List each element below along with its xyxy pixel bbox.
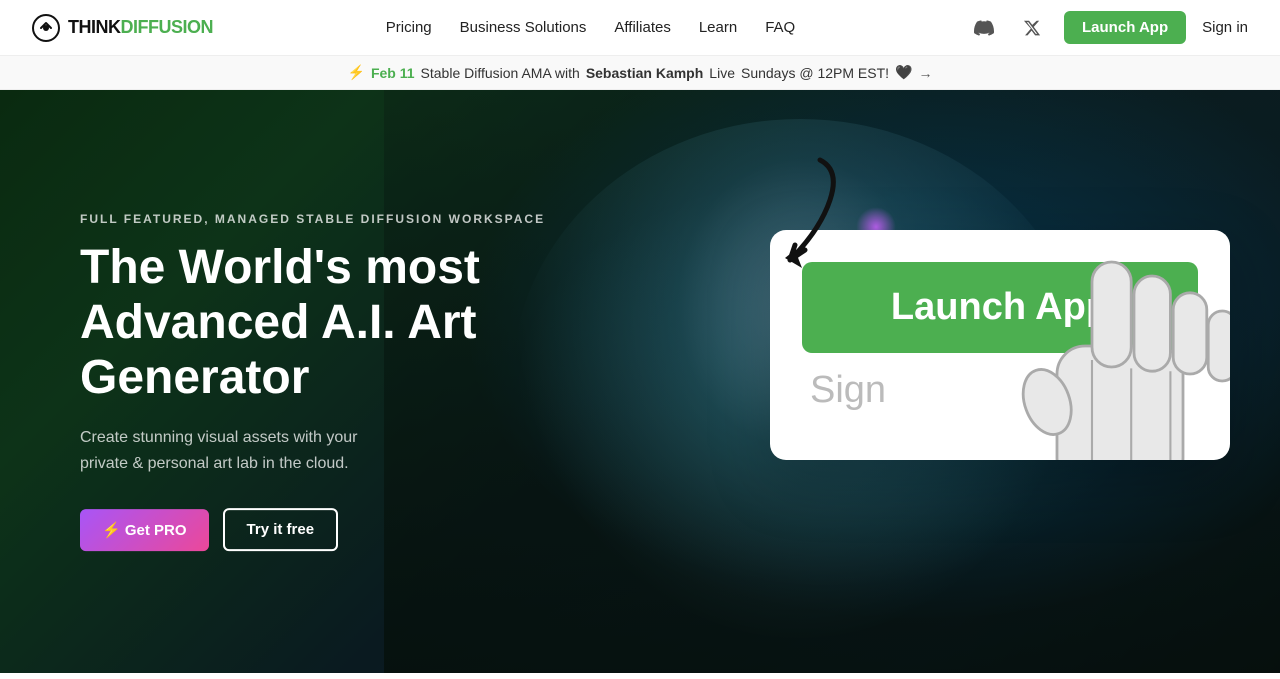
hero-cta-group: ⚡ Get PRO Try it free — [80, 508, 545, 551]
nav-faq[interactable]: FAQ — [765, 19, 795, 36]
nav-pricing[interactable]: Pricing — [386, 19, 432, 36]
announcement-arrow[interactable]: → — [918, 65, 932, 81]
sign-in-link[interactable]: Sign in — [1202, 19, 1248, 36]
announcement-schedule: Sundays @ 12PM EST! — [741, 65, 889, 81]
arrow-annotation — [700, 150, 860, 330]
logo-icon — [32, 14, 60, 42]
hero-subtitle: Create stunning visual assets with yourp… — [80, 425, 545, 476]
get-pro-button[interactable]: ⚡ Get PRO — [80, 509, 209, 551]
nav-links: Pricing Business Solutions Affiliates Le… — [386, 19, 795, 36]
discord-icon[interactable] — [968, 12, 1000, 44]
cursor-hand — [980, 230, 1230, 460]
hero-title: The World's most Advanced A.I. Art Gener… — [80, 240, 545, 406]
navbar: THINKDIFFUSION Pricing Business Solution… — [0, 0, 1280, 56]
announcement-text-before: Stable Diffusion AMA with — [421, 65, 580, 81]
announcement-text-live: Live — [709, 65, 735, 81]
announcement-speaker: Sebastian Kamph — [586, 65, 703, 81]
bolt-icon: ⚡ — [348, 64, 365, 81]
hero-content: FULL FEATURED, MANAGED STABLE DIFFUSION … — [80, 212, 545, 552]
announcement-bar: ⚡ Feb 11 Stable Diffusion AMA with Sebas… — [0, 56, 1280, 90]
hero-section: FULL FEATURED, MANAGED STABLE DIFFUSION … — [0, 90, 1280, 673]
logo-area: THINKDIFFUSION — [32, 14, 213, 42]
twitter-x-icon[interactable] — [1016, 12, 1048, 44]
nav-affiliates[interactable]: Affiliates — [614, 19, 670, 36]
launch-app-button[interactable]: Launch App — [1064, 11, 1186, 44]
brand-name: THINKDIFFUSION — [68, 17, 213, 38]
nav-actions: Launch App Sign in — [968, 11, 1248, 44]
try-free-button[interactable]: Try it free — [223, 508, 339, 551]
announcement-date: Feb 11 — [371, 65, 415, 81]
nav-business[interactable]: Business Solutions — [460, 19, 587, 36]
nav-learn[interactable]: Learn — [699, 19, 737, 36]
hero-eyebrow: FULL FEATURED, MANAGED STABLE DIFFUSION … — [80, 212, 545, 226]
announcement-emoji: 🖤 — [895, 64, 912, 81]
tooltip-sign-label: Sign — [802, 369, 886, 411]
